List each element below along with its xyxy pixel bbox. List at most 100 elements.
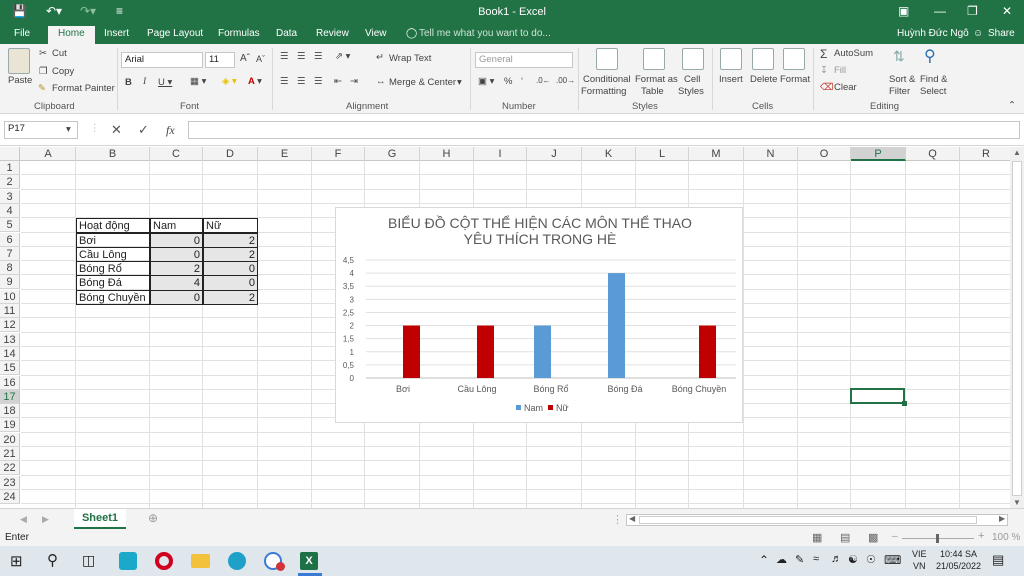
column-header[interactable]: L (636, 147, 689, 161)
tab-home[interactable]: Home (48, 26, 95, 44)
delete-cells-button[interactable]: Delete (750, 74, 777, 85)
align-bottom-icon[interactable]: ☰ (314, 51, 323, 62)
merge-center-icon[interactable]: ↔ (376, 76, 386, 87)
format-cells-icon[interactable] (783, 48, 805, 70)
column-header[interactable]: D (203, 147, 258, 161)
paste-icon[interactable] (8, 48, 30, 74)
insert-function-button[interactable]: fx (166, 123, 175, 138)
cut-button[interactable]: Cut (52, 48, 67, 59)
table-cell[interactable]: Nữ (203, 218, 258, 234)
table-cell[interactable]: Bóng Rổ (76, 261, 150, 277)
column-header[interactable]: E (258, 147, 312, 161)
chart-title-line2[interactable]: YÊU THÍCH TRONG HÈ (464, 231, 617, 247)
column-header[interactable]: I (474, 147, 527, 161)
conditional-formatting-icon[interactable] (596, 48, 618, 70)
row-header[interactable]: 12 (0, 318, 20, 333)
row-header[interactable]: 13 (0, 332, 20, 347)
underline-icon[interactable]: U ▾ (158, 77, 172, 88)
tab-review[interactable]: Review (316, 28, 349, 39)
row-header[interactable]: 8 (0, 261, 20, 276)
format-painter-button[interactable]: Format Painter (52, 83, 115, 94)
paste-button[interactable]: Paste (8, 75, 32, 86)
input-language-1[interactable]: VIE (912, 549, 927, 559)
row-header[interactable]: 10 (0, 289, 20, 304)
select-all-corner[interactable] (0, 147, 20, 161)
volume-icon[interactable]: ♬ (831, 553, 842, 565)
row-header[interactable]: 19 (0, 418, 20, 433)
align-center-icon[interactable]: ☰ (297, 76, 306, 87)
format-cells-button[interactable]: Format (780, 74, 810, 85)
wrap-text-icon[interactable]: ↵ (376, 52, 384, 63)
tab-data[interactable]: Data (276, 28, 297, 39)
row-header[interactable]: 2 (0, 175, 20, 190)
scroll-left-icon[interactable]: ◀ (629, 514, 635, 523)
row-header[interactable]: 5 (0, 218, 20, 233)
store-app-icon[interactable] (119, 552, 137, 570)
table-cell[interactable]: Bơi (76, 232, 150, 248)
fill-color-icon[interactable]: ◈ ▾ (222, 76, 237, 87)
chart-bar-nu[interactable] (477, 325, 494, 378)
wifi-icon[interactable]: ≈ (813, 553, 819, 565)
delete-cells-icon[interactable] (752, 48, 774, 70)
row-header[interactable]: 14 (0, 346, 20, 361)
font-color-icon[interactable]: A ▾ (248, 76, 262, 87)
row-header[interactable]: 6 (0, 232, 20, 247)
next-sheet-icon[interactable]: ▶ (42, 514, 49, 525)
table-cell[interactable]: Cầu Lông (76, 246, 150, 263)
clock-date[interactable]: 21/05/2022 (936, 561, 981, 571)
table-cell-number[interactable]: 0 (150, 289, 203, 305)
row-header[interactable]: 3 (0, 189, 20, 204)
minimize-icon[interactable]: — (934, 4, 946, 18)
scissors-icon[interactable]: ✂ (39, 48, 47, 59)
align-left-icon[interactable]: ☰ (280, 76, 289, 87)
column-header[interactable]: M (689, 147, 744, 161)
row-header[interactable]: 20 (0, 432, 20, 447)
scroll-down-icon[interactable]: ▼ (1013, 498, 1021, 507)
row-header[interactable]: 24 (0, 489, 20, 504)
search-icon[interactable]: ⚲ (47, 551, 58, 569)
keyboard-icon[interactable]: ⌨ (884, 553, 901, 567)
sort-filter-icon[interactable]: ⇅ (893, 48, 905, 65)
eraser-icon[interactable]: ⌫ (820, 82, 833, 93)
clock-time[interactable]: 10:44 SA (940, 549, 977, 559)
autosum-button[interactable]: AutoSum (834, 48, 873, 59)
tell-me-box[interactable]: Tell me what you want to do... (419, 28, 551, 39)
row-header[interactable]: 15 (0, 361, 20, 376)
format-as-table-icon[interactable] (643, 48, 665, 70)
chart-title-line1[interactable]: BIỂU ĐỒ CỘT THỂ HIỆN CÁC MÔN THỂ THAO (388, 214, 692, 231)
table-cell-number[interactable]: 2 (203, 289, 258, 305)
table-cell-number[interactable]: 0 (203, 275, 258, 291)
normal-view-icon[interactable]: ▦ (812, 531, 822, 544)
row-header[interactable]: 11 (0, 304, 20, 318)
format-painter-icon[interactable]: ✎ (38, 83, 46, 94)
row-header[interactable]: 16 (0, 375, 20, 390)
align-middle-icon[interactable]: ☰ (297, 51, 306, 62)
align-top-icon[interactable]: ☰ (280, 51, 289, 62)
prev-sheet-icon[interactable]: ◀ (20, 514, 27, 525)
column-header[interactable]: R (960, 147, 1013, 161)
table-cell-number[interactable]: 2 (150, 261, 203, 277)
chevron-down-icon[interactable]: ▾ (66, 124, 71, 135)
column-header[interactable]: G (365, 147, 420, 161)
tab-formulas[interactable]: Formulas (218, 28, 260, 39)
share-button[interactable]: Share (988, 28, 1015, 39)
decrease-decimal-icon[interactable]: .00→ (556, 76, 575, 85)
column-header[interactable]: F (312, 147, 365, 161)
column-header[interactable]: B (76, 147, 150, 161)
magnifier-icon[interactable]: ⚲ (924, 46, 936, 66)
number-format-select[interactable]: General (475, 52, 573, 68)
tab-view[interactable]: View (365, 28, 387, 39)
ribbon-display-icon[interactable]: ▣ (898, 4, 909, 18)
tab-page-layout[interactable]: Page Layout (147, 28, 203, 39)
scroll-up-icon[interactable]: ▲ (1013, 148, 1021, 157)
table-cell-number[interactable]: 0 (203, 261, 258, 277)
column-header[interactable]: J (527, 147, 582, 161)
font-size-select[interactable]: 11 (205, 52, 235, 68)
chevron-up-icon[interactable]: ⌃ (759, 553, 769, 567)
wrap-text-button[interactable]: Wrap Text (389, 53, 431, 64)
page-layout-view-icon[interactable]: ▤ (840, 531, 850, 544)
table-cell[interactable]: Hoạt động (76, 218, 150, 234)
tab-file[interactable]: File (14, 28, 30, 39)
insert-cells-icon[interactable] (720, 48, 742, 70)
scroll-right-icon[interactable]: ▶ (999, 514, 1005, 523)
